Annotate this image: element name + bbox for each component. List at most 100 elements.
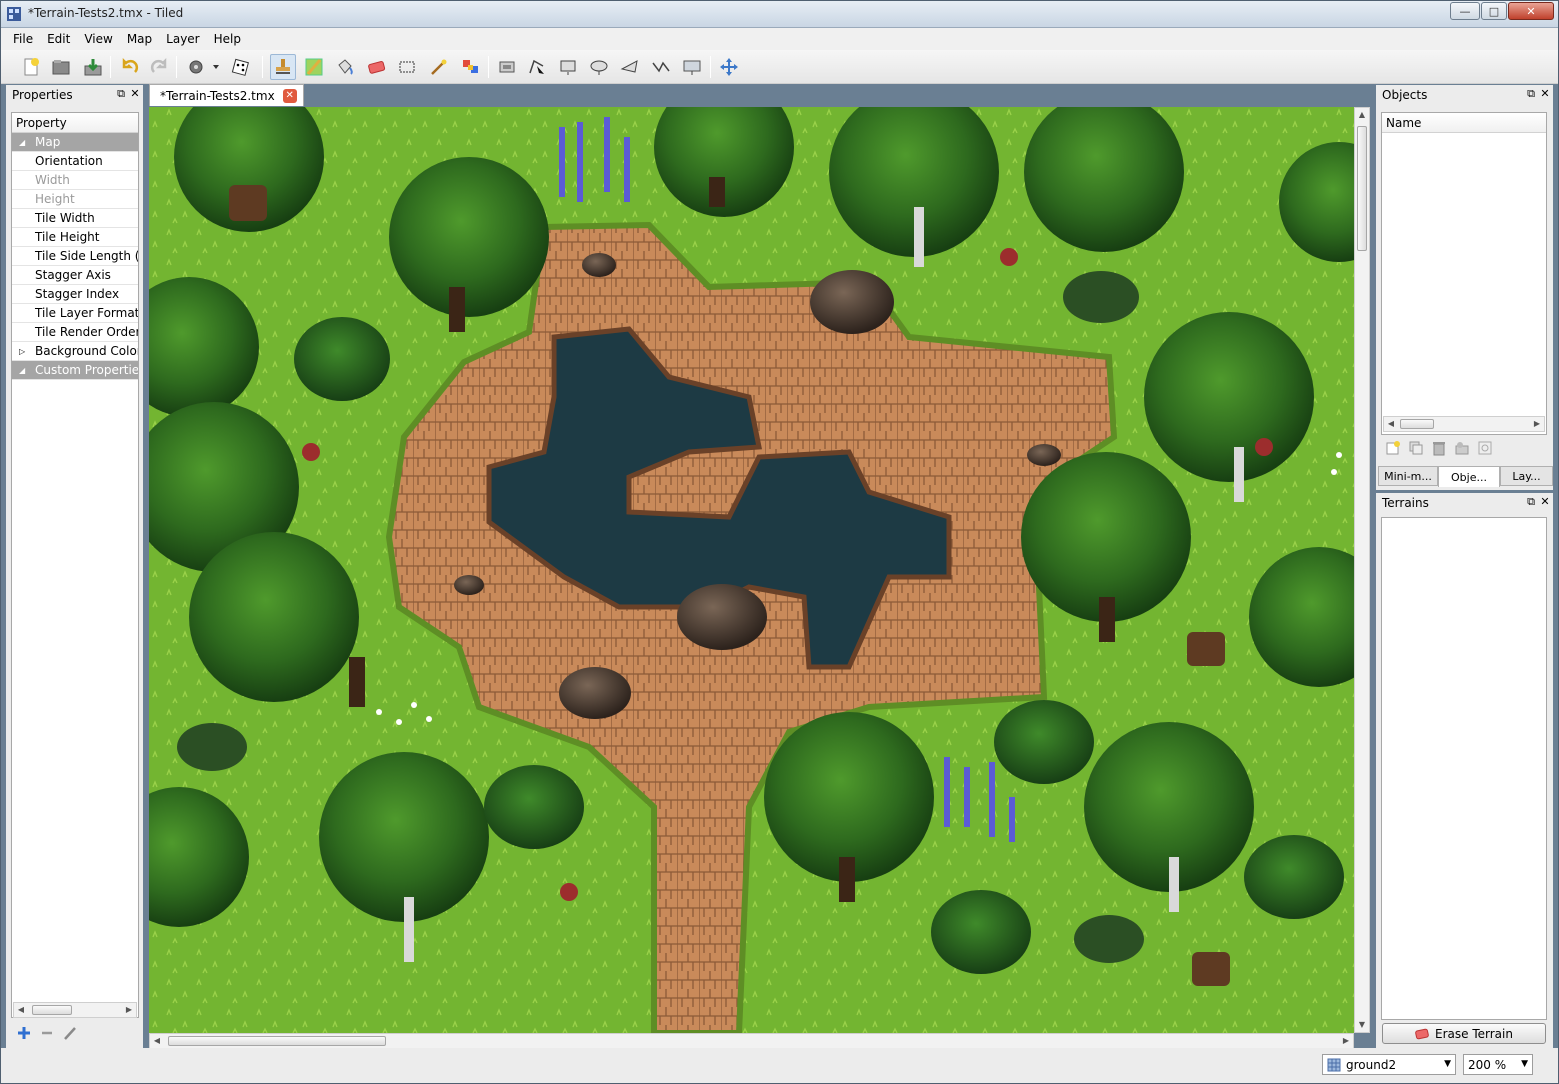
- add-property-icon[interactable]: [16, 1025, 32, 1044]
- zoom-selector[interactable]: 200 % ▼: [1463, 1054, 1533, 1075]
- statusbar: ground2 ▼ 200 % ▼: [0, 1048, 1559, 1084]
- erase-terrain-label: Erase Terrain: [1435, 1026, 1513, 1041]
- expand-arrow-icon[interactable]: ▷: [19, 347, 25, 356]
- close-panel-icon[interactable]: ✕: [129, 88, 141, 100]
- erase-terrain-button[interactable]: Erase Terrain: [1382, 1023, 1546, 1044]
- menubar: File Edit View Map Layer Help: [0, 28, 1559, 50]
- tab-terrain-tests2[interactable]: *Terrain-Tests2.tmx ✕: [149, 84, 304, 106]
- layer-selector[interactable]: ground2 ▼: [1322, 1054, 1456, 1075]
- minimize-button[interactable]: —: [1450, 2, 1480, 20]
- close-window-button[interactable]: ✕: [1508, 2, 1554, 20]
- scroll-right-icon[interactable]: ▶: [122, 1003, 136, 1017]
- property-tile-width[interactable]: Tile Width: [12, 209, 138, 228]
- tab-minimap[interactable]: Mini-m...: [1378, 466, 1438, 486]
- property-group-custom[interactable]: ◢ Custom Properties: [12, 361, 138, 380]
- scroll-left-icon[interactable]: ◀: [1384, 417, 1398, 431]
- expand-arrow-icon[interactable]: ◢: [19, 138, 25, 147]
- redo-icon[interactable]: [146, 54, 172, 80]
- property-tile-side-length[interactable]: Tile Side Length (Hex): [12, 247, 138, 266]
- terrains-list[interactable]: [1381, 517, 1547, 1020]
- insert-polygon-icon[interactable]: [617, 54, 643, 80]
- scroll-up-icon[interactable]: ▲: [1355, 108, 1369, 122]
- maximize-button[interactable]: □: [1481, 2, 1507, 20]
- objects-tab-strip: Mini-m... Obje... Lay...: [1378, 466, 1553, 487]
- objects-column-header[interactable]: Name: [1382, 113, 1546, 133]
- map-hscrollbar[interactable]: ◀ ▶: [149, 1033, 1354, 1049]
- delete-objects-icon[interactable]: [1431, 440, 1447, 459]
- expand-arrow-icon[interactable]: ◢: [19, 366, 25, 375]
- close-panel-icon[interactable]: ✕: [1539, 88, 1551, 100]
- property-tile-height[interactable]: Tile Height: [12, 228, 138, 247]
- properties-title: Properties: [12, 88, 73, 102]
- properties-hscrollbar[interactable]: ◀ ▶: [13, 1002, 137, 1018]
- new-object-layer-icon[interactable]: [1385, 440, 1401, 459]
- menu-layer[interactable]: Layer: [159, 32, 206, 46]
- stamp-brush-icon[interactable]: [270, 54, 296, 80]
- insert-ellipse-icon[interactable]: [586, 54, 612, 80]
- menu-map[interactable]: Map: [120, 32, 159, 46]
- move-objects-to-layer-icon[interactable]: [1454, 440, 1470, 459]
- bucket-fill-icon[interactable]: [332, 54, 358, 80]
- property-group-map[interactable]: ◢ Map: [12, 133, 138, 152]
- property-column-header[interactable]: Property: [12, 113, 138, 133]
- insert-rectangle-icon[interactable]: [555, 54, 581, 80]
- edit-polygons-icon[interactable]: [524, 54, 550, 80]
- eraser-icon: [1415, 1028, 1429, 1039]
- insert-polyline-icon[interactable]: [648, 54, 674, 80]
- magic-wand-icon[interactable]: [426, 54, 452, 80]
- float-panel-icon[interactable]: ⧉: [115, 88, 127, 100]
- duplicate-objects-icon[interactable]: [1408, 440, 1424, 459]
- terrain-brush-icon[interactable]: [301, 54, 327, 80]
- scroll-left-icon[interactable]: ◀: [150, 1034, 164, 1048]
- command-icon[interactable]: [185, 54, 223, 80]
- menu-view[interactable]: View: [77, 32, 119, 46]
- undo-icon[interactable]: [117, 54, 143, 80]
- rename-property-icon[interactable]: [62, 1025, 78, 1044]
- new-file-icon[interactable]: [18, 54, 44, 80]
- remove-property-icon[interactable]: [39, 1025, 55, 1044]
- objects-title: Objects: [1382, 88, 1428, 102]
- property-tile-render-order[interactable]: Tile Render Order: [12, 323, 138, 342]
- property-stagger-index[interactable]: Stagger Index: [12, 285, 138, 304]
- scroll-thumb[interactable]: [168, 1036, 386, 1046]
- insert-tile-object-icon[interactable]: [679, 54, 705, 80]
- scroll-thumb[interactable]: [32, 1005, 72, 1015]
- main-toolbar: [0, 50, 1559, 84]
- scroll-right-icon[interactable]: ▶: [1530, 417, 1544, 431]
- objects-hscrollbar[interactable]: ◀ ▶: [1383, 416, 1545, 432]
- save-file-icon[interactable]: [80, 54, 106, 80]
- random-mode-icon[interactable]: [228, 54, 254, 80]
- property-orientation[interactable]: Orientation: [12, 152, 138, 171]
- scroll-right-icon[interactable]: ▶: [1339, 1034, 1353, 1048]
- map-vscrollbar[interactable]: ▲ ▼: [1354, 107, 1370, 1033]
- scroll-thumb[interactable]: [1400, 419, 1434, 429]
- object-properties-icon[interactable]: [1477, 440, 1493, 459]
- property-stagger-axis[interactable]: Stagger Axis: [12, 266, 138, 285]
- open-file-icon[interactable]: [48, 54, 74, 80]
- property-tile-layer-format[interactable]: Tile Layer Format: [12, 304, 138, 323]
- tab-layers[interactable]: Lay...: [1500, 466, 1553, 486]
- map-tiles: [149, 107, 1354, 1033]
- menu-edit[interactable]: Edit: [40, 32, 77, 46]
- tab-objects[interactable]: Obje...: [1438, 466, 1500, 487]
- objects-list[interactable]: Name: [1381, 112, 1547, 435]
- tab-close-icon[interactable]: ✕: [282, 88, 297, 103]
- float-panel-icon[interactable]: ⧉: [1525, 88, 1537, 100]
- property-height: Height: [12, 190, 138, 209]
- scroll-thumb[interactable]: [1357, 126, 1367, 251]
- scroll-left-icon[interactable]: ◀: [14, 1003, 28, 1017]
- eraser-icon[interactable]: [363, 54, 389, 80]
- property-background-color[interactable]: ▷ Background Color: [12, 342, 138, 361]
- menu-help[interactable]: Help: [207, 32, 248, 46]
- map-canvas[interactable]: [149, 107, 1354, 1033]
- rectangular-select-icon[interactable]: [394, 54, 420, 80]
- select-same-tile-icon[interactable]: [457, 54, 483, 80]
- insert-tile-icon[interactable]: [494, 54, 520, 80]
- scroll-down-icon[interactable]: ▼: [1355, 1018, 1369, 1032]
- close-panel-icon[interactable]: ✕: [1539, 496, 1551, 508]
- float-panel-icon[interactable]: ⧉: [1525, 496, 1537, 508]
- terrains-title: Terrains: [1382, 496, 1429, 510]
- tile-layer-icon: [1327, 1058, 1341, 1071]
- menu-file[interactable]: File: [6, 32, 40, 46]
- move-objects-icon[interactable]: [716, 54, 742, 80]
